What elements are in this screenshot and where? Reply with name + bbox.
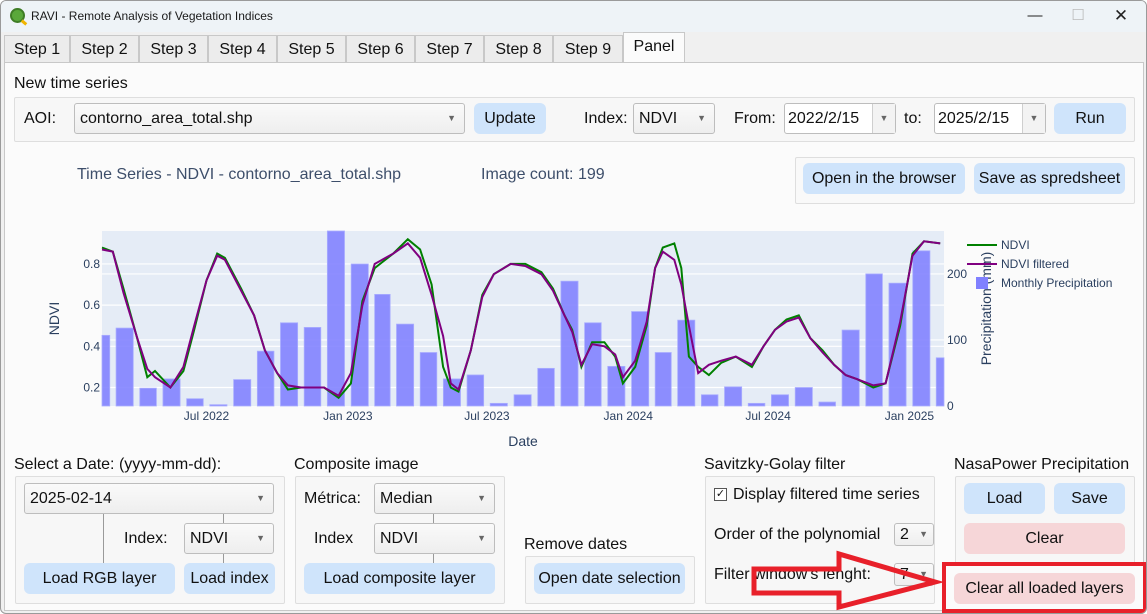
polynomial-order-select[interactable]: 2 ▼ [894, 523, 934, 546]
y2-tick-label: 100 [947, 333, 967, 347]
display-filtered-checkbox[interactable]: ✓ [714, 488, 727, 501]
precipitation-bar [303, 327, 322, 407]
precipitation-bar [513, 394, 532, 407]
composite-index-select[interactable]: NDVI ▼ [374, 523, 495, 554]
precipitation-bar [256, 350, 275, 407]
select-date-label: Select a Date: (yyyy-mm-dd): [14, 456, 222, 473]
precipitation-bar [419, 352, 438, 407]
connector-line [103, 514, 104, 564]
date-index-select[interactable]: NDVI ▼ [184, 523, 274, 554]
precipitation-bar [115, 327, 134, 407]
precipitation-bar [841, 329, 860, 407]
chevron-down-icon: ▼ [477, 533, 486, 543]
precipitation-bar [607, 365, 626, 407]
date-index-value: NDVI [190, 530, 229, 547]
precipitation-bar [101, 334, 111, 407]
open-date-selection-button[interactable]: Open date selection [534, 563, 685, 594]
chevron-down-icon: ▼ [477, 493, 486, 503]
y-tick-label: 0.2 [83, 380, 100, 394]
legend-label: NDVI [1001, 238, 1030, 252]
y2-tick-label: 200 [947, 267, 967, 281]
composite-image-label: Composite image [294, 456, 419, 473]
precipitation-bar [794, 387, 813, 407]
legend-precipitation-swatch [976, 277, 988, 289]
display-filtered-label[interactable]: Display filtered time series [733, 486, 920, 504]
precipitation-bar [489, 402, 508, 407]
y-tick-label: 0.4 [83, 339, 100, 353]
precipitation-bar [374, 293, 391, 407]
precipitation-bar [139, 387, 157, 407]
chevron-down-icon: ▼ [256, 533, 265, 543]
load-composite-layer-button[interactable]: Load composite layer [304, 563, 495, 594]
precipitation-bar [912, 250, 931, 407]
y-tick-label: 0.6 [83, 298, 100, 312]
annotation-highlight-box [942, 562, 1146, 613]
filter-window-value: 7 [900, 566, 909, 583]
load-rgb-layer-button[interactable]: Load RGB layer [24, 563, 175, 594]
polynomial-order-value: 2 [900, 526, 909, 543]
save-precipitation-button[interactable]: Save [1054, 483, 1125, 514]
filter-window-select[interactable]: 7 ▼ [894, 563, 934, 586]
precipitation-bar [326, 230, 345, 407]
remove-dates-label: Remove dates [524, 536, 628, 553]
y2-axis-title: Precipitation (mm) [978, 252, 994, 366]
precipitation-bar [935, 357, 945, 407]
precipitation-bar [209, 404, 228, 407]
legend-label: NDVI filtered [1001, 257, 1069, 271]
date-index-label: Index: [124, 530, 168, 547]
x-tick-label: Jan 2024 [604, 409, 654, 423]
plot-background [102, 231, 944, 406]
precipitation-bar [654, 352, 672, 407]
x-tick-label: Jan 2023 [323, 409, 373, 423]
clear-precipitation-button[interactable]: Clear [964, 523, 1125, 554]
precipitation-bar [700, 394, 719, 407]
metric-select[interactable]: Median ▼ [374, 483, 495, 514]
date-select[interactable]: 2025-02-14 ▼ [24, 483, 274, 514]
precipitation-bar [350, 263, 369, 407]
x-tick-label: Jan 2025 [885, 409, 935, 423]
precipitation-bar [584, 322, 602, 407]
precipitation-bar [724, 386, 743, 407]
precipitation-bar [537, 367, 555, 407]
x-axis-title: Date [508, 433, 538, 449]
x-tick-label: Jul 2022 [184, 409, 230, 423]
legend-label: Monthly Precipitation [1001, 276, 1112, 290]
app-window: RAVI - Remote Analysis of Vegetation Ind… [0, 0, 1147, 614]
metric-label: Métrica: [304, 490, 361, 507]
precipitation-bar [771, 394, 789, 407]
precipitation-bar [280, 322, 299, 407]
y2-tick-label: 0 [947, 399, 954, 413]
load-precipitation-button[interactable]: Load [964, 483, 1045, 514]
precipitation-bar [747, 402, 766, 407]
precipitation-bar [396, 323, 415, 407]
precipitation-bar [233, 379, 252, 407]
metric-value: Median [380, 490, 433, 507]
chevron-down-icon: ▼ [919, 529, 928, 539]
x-tick-label: Jul 2023 [464, 409, 510, 423]
savgol-label: Savitzky-Golay filter [704, 456, 846, 473]
date-value: 2025-02-14 [30, 490, 112, 507]
precipitation-bar [818, 401, 836, 407]
polynomial-order-label: Order of the polynomial [714, 526, 881, 543]
filter-window-label: Filter window's lenght: [714, 566, 871, 583]
y-tick-label: 0.8 [83, 257, 100, 271]
composite-index-label: Index [314, 530, 354, 547]
composite-index-value: NDVI [380, 530, 419, 547]
precipitation-bar [186, 398, 204, 407]
chevron-down-icon: ▼ [919, 569, 928, 579]
nasapower-label: NasaPower Precipitation [954, 456, 1130, 473]
x-tick-label: Jul 2024 [745, 409, 791, 423]
y-axis-title: NDVI [46, 302, 62, 335]
load-index-button[interactable]: Load index [184, 563, 275, 594]
precipitation-bar [466, 374, 485, 407]
chevron-down-icon: ▼ [256, 493, 265, 503]
precipitation-bar [442, 378, 461, 407]
